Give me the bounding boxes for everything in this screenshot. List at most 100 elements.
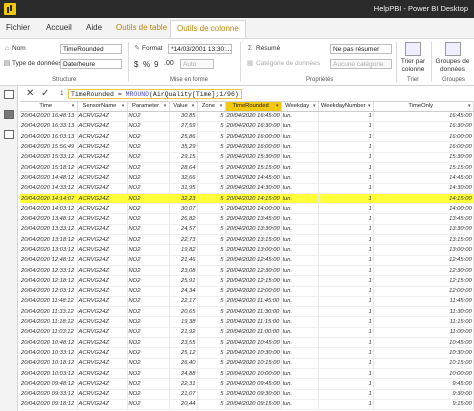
table-cell[interactable]: lun.: [281, 203, 319, 215]
table-row[interactable]: 20/04/2020 14:03:12 ACRVG24Z NO2 30,07 5 20/0…: [20, 203, 474, 215]
table-cell[interactable]: 20/04/2020 15:30:00: [225, 152, 282, 163]
table-row[interactable]: 20/04/2020 09:33:12 ACRVG24Z NO2 21,07 5 20/0…: [20, 389, 474, 400]
table-cell[interactable]: 20/04/2020 13:33:12: [20, 224, 78, 236]
table-cell[interactable]: 30,07: [169, 203, 198, 215]
dax-formula-input[interactable]: TimeRounded = MROUND(AirQuality[Time];1/…: [68, 89, 242, 99]
table-cell[interactable]: 1: [318, 265, 374, 277]
model-view-icon[interactable]: [4, 130, 14, 139]
table-cell[interactable]: 20/04/2020 13:00:00: [225, 244, 282, 256]
table-cell[interactable]: 20/04/2020 13:18:12: [20, 234, 78, 246]
table-cell[interactable]: 1: [318, 203, 374, 215]
table-cell[interactable]: 1: [318, 141, 374, 153]
table-cell[interactable]: lun.: [281, 389, 319, 400]
table-cell[interactable]: 12:15:00: [373, 275, 474, 287]
table-cell[interactable]: ACRVG24Z: [77, 327, 128, 339]
table-cell[interactable]: NO2: [127, 121, 170, 133]
table-cell[interactable]: 28,64: [169, 162, 198, 174]
table-cell[interactable]: 20/04/2020 10:48:12: [20, 337, 78, 349]
table-cell[interactable]: 1: [318, 327, 374, 339]
table-cell[interactable]: 26,40: [169, 358, 198, 369]
table-cell[interactable]: 20/04/2020 10:45:00: [225, 337, 282, 349]
table-cell[interactable]: 20/04/2020 13:15:00: [225, 234, 282, 246]
table-cell[interactable]: 9:30:00: [373, 389, 474, 400]
table-cell[interactable]: 5: [197, 316, 226, 328]
table-cell[interactable]: 1: [318, 162, 374, 174]
table-cell[interactable]: lun.: [281, 152, 319, 163]
tab-outils-de-table[interactable]: Outils de table: [116, 23, 167, 32]
table-row[interactable]: 20/04/2020 09:48:12 ACRVG24Z NO2 22,31 5 20/0…: [20, 378, 474, 390]
table-cell[interactable]: 5: [197, 286, 226, 297]
table-cell[interactable]: 5: [197, 193, 226, 205]
table-cell[interactable]: lun.: [281, 316, 319, 328]
table-cell[interactable]: 20/04/2020 09:18:12: [20, 399, 78, 411]
table-cell[interactable]: 22,17: [169, 296, 198, 308]
table-row[interactable]: 20/04/2020 10:18:12 ACRVG24Z NO2 26,40 5 20/0…: [20, 358, 474, 369]
table-cell[interactable]: NO2: [127, 378, 170, 390]
table-cell[interactable]: 20/04/2020 10:30:00: [225, 347, 282, 359]
table-cell[interactable]: ACRVG24Z: [77, 368, 128, 380]
table-row[interactable]: 20/04/2020 10:33:12 ACRVG24Z NO2 25,12 5 20/0…: [20, 347, 474, 359]
table-cell[interactable]: 20/04/2020 11:18:12: [20, 316, 78, 328]
filter-dropdown-icon[interactable]: ▾: [312, 103, 317, 109]
table-cell[interactable]: 5: [197, 152, 226, 163]
close-icon[interactable]: ✕: [26, 88, 34, 99]
table-cell[interactable]: 20/04/2020 10:00:00: [225, 368, 282, 380]
filter-dropdown-icon[interactable]: ▾: [275, 103, 280, 109]
table-cell[interactable]: 20/04/2020 14:45:00: [225, 172, 282, 184]
table-cell[interactable]: NO2: [127, 255, 170, 266]
table-cell[interactable]: ACRVG24Z: [77, 296, 128, 308]
table-cell[interactable]: ACRVG24Z: [77, 275, 128, 287]
table-cell[interactable]: 19,82: [169, 244, 198, 256]
table-cell[interactable]: 24,88: [169, 368, 198, 380]
table-row[interactable]: 20/04/2020 12:48:12 ACRVG24Z NO2 21,46 5 20/0…: [20, 255, 474, 266]
table-cell[interactable]: 1: [318, 152, 374, 163]
table-cell[interactable]: NO2: [127, 296, 170, 308]
table-cell[interactable]: NO2: [127, 183, 170, 194]
table-cell[interactable]: 5: [197, 399, 226, 411]
table-cell[interactable]: 20/04/2020 10:18:12: [20, 358, 78, 369]
table-cell[interactable]: 10:00:00: [373, 368, 474, 380]
table-cell[interactable]: lun.: [281, 244, 319, 256]
table-cell[interactable]: ACRVG24Z: [77, 152, 128, 163]
table-cell[interactable]: ACRVG24Z: [77, 286, 128, 297]
table-cell[interactable]: 20/04/2020 15:33:12: [20, 152, 78, 163]
table-cell[interactable]: lun.: [281, 337, 319, 349]
column-header[interactable]: Weekday ▾: [281, 102, 319, 112]
report-view-icon[interactable]: [4, 90, 14, 99]
table-cell[interactable]: 14:45:00: [373, 172, 474, 184]
table-cell[interactable]: 31,95: [169, 183, 198, 194]
table-cell[interactable]: NO2: [127, 399, 170, 411]
table-cell[interactable]: 5: [197, 275, 226, 287]
table-cell[interactable]: 5: [197, 111, 226, 122]
table-row[interactable]: 20/04/2020 11:33:12 ACRVG24Z NO2 20,65 5 20/0…: [20, 306, 474, 318]
table-cell[interactable]: 25,86: [169, 131, 198, 143]
table-cell[interactable]: 32,23: [169, 193, 198, 205]
table-cell[interactable]: 20/04/2020 12:03:12: [20, 286, 78, 297]
table-cell[interactable]: ACRVG24Z: [77, 234, 128, 246]
table-cell[interactable]: 16:30:00: [373, 121, 474, 133]
table-cell[interactable]: NO2: [127, 265, 170, 277]
table-cell[interactable]: 20/04/2020 13:48:12: [20, 213, 78, 225]
table-cell[interactable]: NO2: [127, 275, 170, 287]
table-row[interactable]: 20/04/2020 11:48:12 ACRVG24Z NO2 22,17 5 20/0…: [20, 296, 474, 308]
table-cell[interactable]: 16:00:00: [373, 131, 474, 143]
table-cell[interactable]: lun.: [281, 193, 319, 205]
currency-button[interactable]: $: [134, 60, 138, 69]
table-cell[interactable]: 1: [318, 275, 374, 287]
table-cell[interactable]: 5: [197, 296, 226, 308]
table-cell[interactable]: lun.: [281, 286, 319, 297]
table-cell[interactable]: lun.: [281, 347, 319, 359]
table-cell[interactable]: 20/04/2020 09:33:12: [20, 389, 78, 400]
table-cell[interactable]: 1: [318, 183, 374, 194]
table-cell[interactable]: lun.: [281, 399, 319, 411]
table-cell[interactable]: NO2: [127, 286, 170, 297]
table-cell[interactable]: NO2: [127, 203, 170, 215]
table-cell[interactable]: 20/04/2020 13:03:12: [20, 244, 78, 256]
table-cell[interactable]: 32,66: [169, 172, 198, 184]
data-view-icon[interactable]: [4, 110, 14, 119]
thousands-button[interactable]: 9: [154, 60, 158, 69]
table-cell[interactable]: ACRVG24Z: [77, 183, 128, 194]
table-cell[interactable]: 19,38: [169, 316, 198, 328]
table-cell[interactable]: 20/04/2020 11:33:12: [20, 306, 78, 318]
data-groups-button[interactable]: Groupes de données: [432, 42, 473, 74]
